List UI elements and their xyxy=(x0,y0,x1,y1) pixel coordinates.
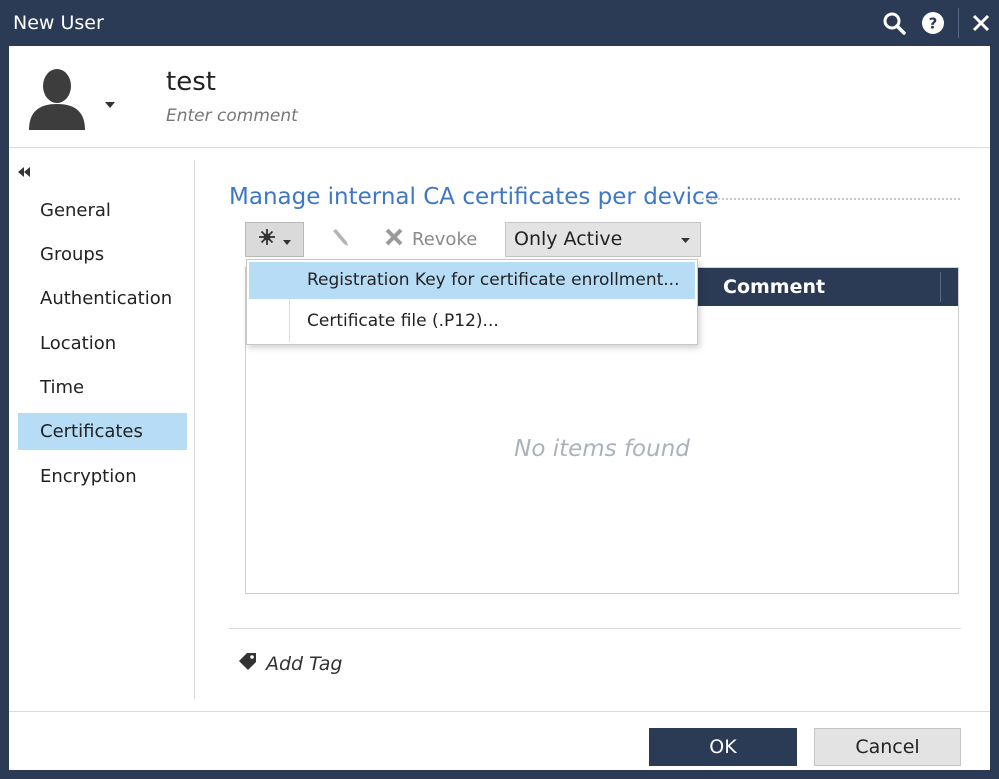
empty-message: No items found xyxy=(514,436,690,462)
section-title: Manage internal CA certificates per devi… xyxy=(229,184,719,210)
cancel-button[interactable]: Cancel xyxy=(814,728,961,766)
user-name[interactable]: test xyxy=(166,67,216,97)
status-filter-value: Only Active xyxy=(514,228,623,250)
sidebar-item-encryption[interactable]: Encryption xyxy=(18,458,187,495)
revoke-icon xyxy=(384,227,404,252)
sidebar: General Groups Authentication Location T… xyxy=(9,160,195,699)
avatar-dropdown-caret-icon[interactable] xyxy=(105,93,115,112)
add-dropdown-menu: Registration Key for certificate enrollm… xyxy=(246,259,698,345)
tag-icon xyxy=(239,652,257,675)
revoke-label: Revoke xyxy=(412,229,478,250)
comment-field[interactable]: Enter comment xyxy=(166,106,298,126)
add-button[interactable] xyxy=(245,222,304,257)
chevron-down-icon xyxy=(283,229,291,250)
user-avatar-icon[interactable] xyxy=(27,66,87,132)
sidebar-item-authentication[interactable]: Authentication xyxy=(18,280,187,317)
sidebar-item-groups[interactable]: Groups xyxy=(18,236,187,273)
status-filter-select[interactable]: Only Active xyxy=(505,222,701,257)
add-icon xyxy=(258,228,280,251)
edit-button[interactable] xyxy=(325,222,355,257)
user-header: test Enter comment xyxy=(9,46,990,148)
svg-text:?: ? xyxy=(929,15,938,33)
add-tag-label: Add Tag xyxy=(266,652,343,675)
menu-item-certificate-file[interactable]: Certificate file (.P12)... xyxy=(249,303,695,340)
ok-button[interactable]: OK xyxy=(649,728,797,766)
close-icon[interactable] xyxy=(966,8,996,38)
sidebar-item-certificates[interactable]: Certificates xyxy=(18,413,187,450)
help-icon[interactable]: ? xyxy=(918,8,948,38)
title-dotted-divider xyxy=(702,198,960,200)
edit-icon xyxy=(330,227,350,252)
sidebar-item-location[interactable]: Location xyxy=(18,325,187,362)
sidebar-item-time[interactable]: Time xyxy=(18,369,187,406)
menu-item-registration-key[interactable]: Registration Key for certificate enrollm… xyxy=(249,262,695,299)
revoke-button[interactable]: Revoke xyxy=(384,222,484,257)
title-bar: New User ? xyxy=(0,0,999,46)
footer-divider xyxy=(9,711,990,712)
column-divider xyxy=(940,272,941,302)
collapse-icon[interactable] xyxy=(18,166,30,180)
search-icon[interactable] xyxy=(879,8,909,38)
titlebar-divider xyxy=(958,8,959,38)
column-header-comment[interactable]: Comment xyxy=(723,268,825,306)
sidebar-item-general[interactable]: General xyxy=(18,192,187,229)
add-tag-link[interactable]: Add Tag xyxy=(239,652,342,675)
window-title: New User xyxy=(13,12,104,34)
tag-divider xyxy=(229,628,961,629)
chevron-down-icon xyxy=(681,223,690,256)
